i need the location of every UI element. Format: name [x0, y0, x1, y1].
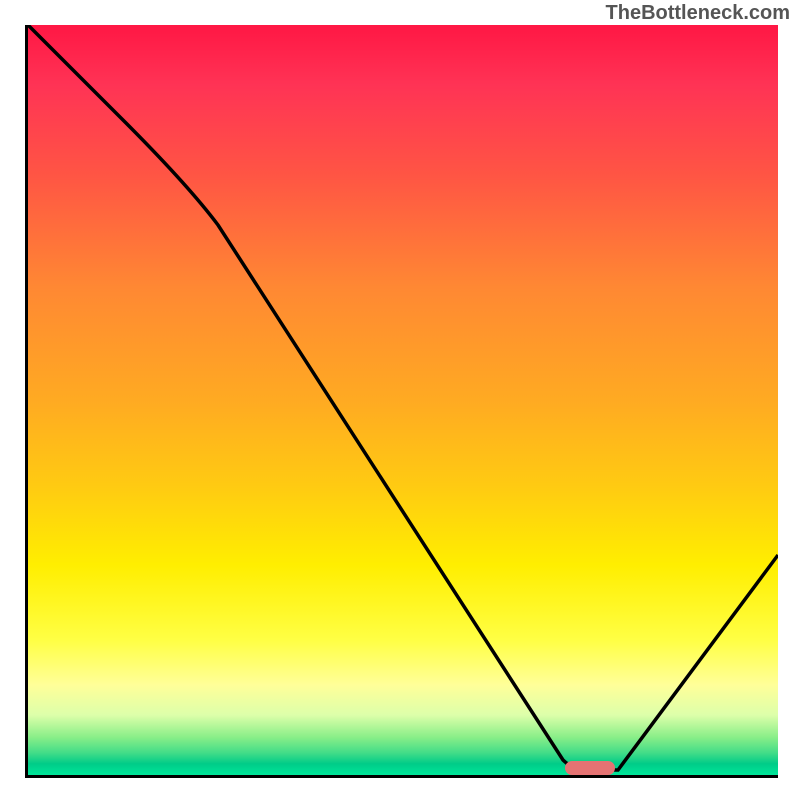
- optimal-marker: [565, 761, 615, 775]
- bottleneck-chart: [25, 25, 778, 778]
- curve-line: [28, 25, 778, 775]
- watermark-text: TheBottleneck.com: [606, 2, 790, 25]
